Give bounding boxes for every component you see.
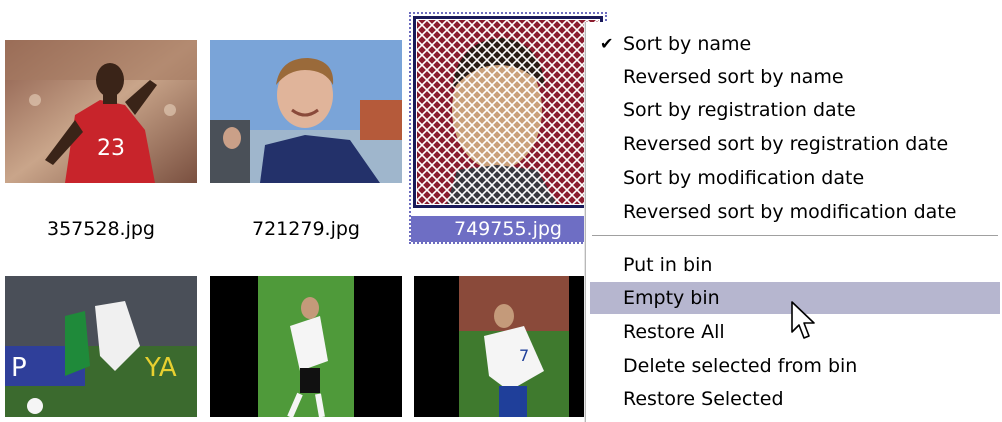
menu-item-label: Reversed sort by registration date: [623, 133, 949, 155]
thumbnail-749755[interactable]: 749755.jpg: [409, 12, 607, 244]
svg-text:YA: YA: [144, 353, 177, 383]
menu-item-label: Sort by modification date: [623, 167, 865, 189]
menu-item-label: Put in bin: [623, 254, 713, 276]
thumbnail-image[interactable]: [210, 40, 402, 183]
menu-item-label: Delete selected from bin: [623, 355, 858, 377]
thumbnail-border: [413, 16, 603, 208]
thumbnail-filename: 357528.jpg: [47, 218, 155, 240]
menu-item-label: Empty bin: [623, 287, 720, 309]
menu-item-label: Restore All: [623, 321, 725, 343]
menu-separator: [592, 235, 998, 237]
menu-item-label: Reversed sort by name: [623, 66, 844, 88]
menu-item-label: Restore Selected: [623, 388, 784, 410]
thumbnail-721279[interactable]: 721279.jpg: [205, 0, 410, 260]
thumbnail-image[interactable]: 7: [414, 276, 585, 417]
menu-item-reversed-sort-by-name[interactable]: Reversed sort by name: [590, 61, 1000, 93]
menu-item-put-in-bin[interactable]: Put in bin: [590, 249, 1000, 281]
menu-item-sort-by-name[interactable]: ✔ Sort by name: [590, 28, 1000, 60]
thumbnail[interactable]: [205, 272, 410, 417]
check-icon: ✔: [600, 34, 614, 53]
svg-text:23: 23: [97, 136, 125, 161]
thumbnail[interactable]: 7: [409, 272, 585, 417]
thumbnail[interactable]: P YA: [0, 272, 205, 417]
menu-item-reversed-sort-by-registration-date[interactable]: Reversed sort by registration date: [590, 128, 1000, 160]
menu-item-sort-by-registration-date[interactable]: Sort by registration date: [590, 94, 1000, 126]
menu-item-label: Sort by name: [623, 33, 752, 55]
menu-item-delete-selected-from-bin[interactable]: Delete selected from bin: [590, 350, 1000, 382]
svg-text:P: P: [11, 353, 27, 383]
menu-item-label: Sort by registration date: [623, 99, 856, 121]
thumbnail-image[interactable]: 23: [5, 40, 197, 183]
thumbnail-filename: 749755.jpg: [411, 216, 605, 242]
thumbnail-filename: 721279.jpg: [252, 218, 360, 240]
svg-text:7: 7: [519, 346, 529, 365]
thumbnail-image[interactable]: [210, 276, 402, 417]
menu-item-reversed-sort-by-modification-date[interactable]: Reversed sort by modification date: [590, 196, 1000, 228]
context-menu: ✔ Sort by name Reversed sort by name Sor…: [585, 22, 1002, 422]
mouse-cursor-icon: [791, 301, 815, 339]
menu-item-sort-by-modification-date[interactable]: Sort by modification date: [590, 162, 1000, 194]
menu-item-label: Reversed sort by modification date: [623, 201, 957, 223]
thumbnail-357528[interactable]: 23 357528.jpg: [0, 0, 205, 260]
menu-item-restore-selected[interactable]: Restore Selected: [590, 383, 1000, 415]
thumbnail-image[interactable]: P YA: [5, 276, 197, 417]
